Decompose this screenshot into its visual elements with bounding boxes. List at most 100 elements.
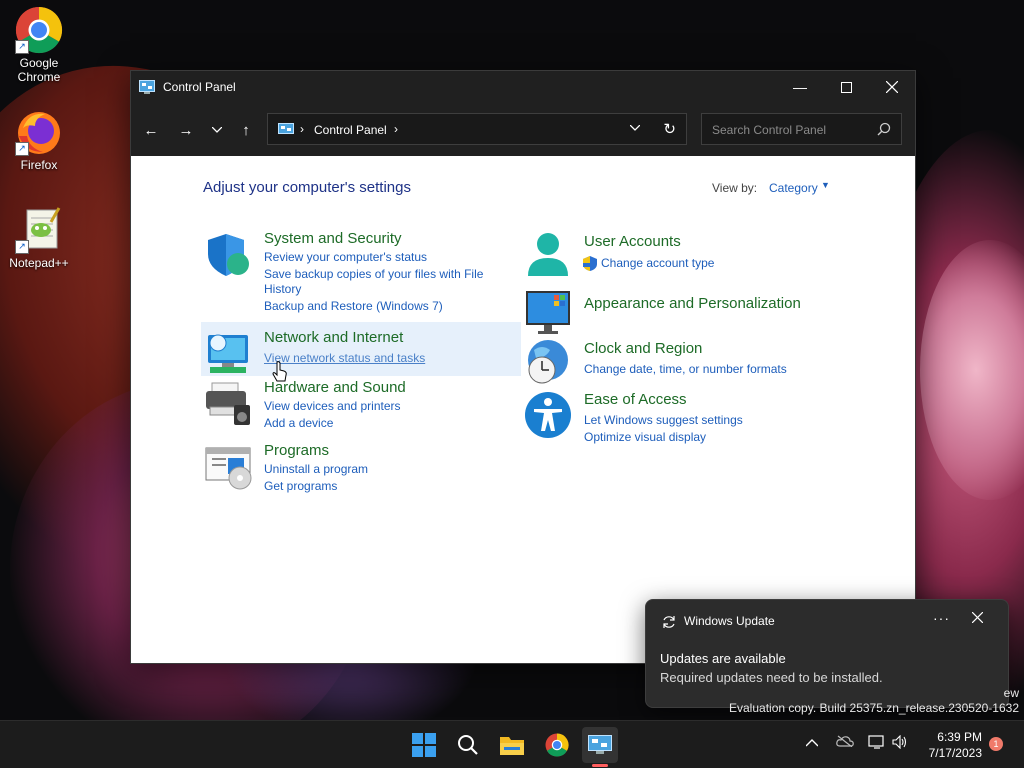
close-button[interactable]	[869, 71, 915, 103]
refresh-icon: ↻	[663, 121, 676, 138]
view-by-label: View by:	[712, 181, 758, 195]
arrow-up-icon: ↑	[242, 121, 250, 139]
search-box[interactable]	[701, 113, 902, 145]
user-icon[interactable]	[524, 230, 572, 278]
category-title-link[interactable]: User Accounts	[584, 233, 681, 250]
save-backup-link[interactable]: Save backup copies of your files with Fi…	[264, 267, 483, 281]
minimize-icon: —	[793, 79, 807, 95]
start-button[interactable]	[406, 727, 442, 763]
onedrive-tray-icon[interactable]	[836, 735, 854, 750]
chevron-up-icon	[805, 739, 819, 747]
up-button[interactable]: ↑	[232, 116, 260, 144]
close-icon	[886, 81, 898, 93]
chrome-taskbar-button[interactable]	[539, 727, 575, 763]
chrome-icon: ↗	[15, 6, 63, 54]
address-history-dropdown[interactable]	[629, 122, 641, 134]
desktop-icon-notepad-plus-plus[interactable]: ↗ Notepad++	[1, 206, 77, 270]
change-date-formats-link[interactable]: Change date, time, or number formats	[584, 362, 787, 376]
taskbar-clock[interactable]: 6:39 PM 7/17/2023	[912, 729, 982, 761]
more-options-button[interactable]: ···	[933, 610, 950, 626]
address-bar[interactable]: › Control Panel › ↻	[267, 113, 687, 145]
change-account-type-link[interactable]: Change account type	[601, 256, 714, 270]
category-title-link[interactable]: System and Security	[264, 230, 402, 247]
chrome-icon	[545, 733, 569, 757]
folder-icon	[500, 737, 524, 755]
notification-heading: Updates are available	[660, 651, 786, 666]
programs-icon[interactable]	[204, 442, 252, 490]
clock-globe-icon[interactable]	[524, 338, 572, 386]
desktop-icon-label: Notepad++	[9, 256, 69, 270]
control-panel-taskbar-button[interactable]	[582, 727, 618, 763]
breadcrumb-control-panel[interactable]: Control Panel	[314, 123, 387, 137]
monitor-icon[interactable]	[524, 289, 572, 337]
backup-restore-link[interactable]: Backup and Restore (Windows 7)	[264, 299, 443, 313]
navigation-toolbar: ← → ↑ › Control Panel › ↻	[131, 103, 915, 156]
windows-suggest-settings-link[interactable]: Let Windows suggest settings	[584, 413, 743, 427]
notepad-plus-plus-icon: ↗	[15, 206, 63, 254]
recent-locations-button[interactable]	[203, 116, 231, 144]
category-title-link[interactable]: Appearance and Personalization	[584, 295, 801, 312]
breadcrumb-separator-icon[interactable]: ›	[300, 122, 304, 136]
firefox-icon: ↗	[15, 108, 63, 156]
desktop-icon-google-chrome[interactable]: ↗ Google Chrome	[1, 6, 77, 84]
back-button[interactable]: ←	[137, 116, 165, 144]
control-panel-icon	[278, 123, 294, 134]
category-title-link[interactable]: Programs	[264, 442, 329, 459]
uninstall-program-link[interactable]: Uninstall a program	[264, 462, 368, 476]
breadcrumb-separator-icon[interactable]: ›	[394, 122, 398, 136]
shield-icon[interactable]	[204, 230, 252, 278]
desktop-icon-label: Firefox	[20, 158, 58, 172]
show-hidden-icons-button[interactable]	[805, 735, 819, 750]
window-title: Control Panel	[163, 80, 236, 94]
chevron-down-icon	[629, 124, 641, 131]
arrow-left-icon: ←	[143, 121, 159, 139]
accessibility-icon[interactable]	[524, 391, 572, 439]
watermark-build-info: Evaluation copy. Build 25375.zn_release.…	[729, 701, 1019, 715]
printer-icon[interactable]	[204, 379, 252, 427]
arrow-right-icon: →	[178, 121, 194, 139]
category-title-link[interactable]: Clock and Region	[584, 340, 702, 357]
sync-icon	[663, 616, 675, 628]
control-panel-icon	[588, 735, 612, 754]
page-title: Adjust your computer's settings	[203, 179, 411, 196]
search-taskbar-button[interactable]	[450, 727, 486, 763]
optimize-visual-display-link[interactable]: Optimize visual display	[584, 430, 706, 444]
watermark-line1: ew	[1003, 686, 1019, 700]
active-app-indicator	[592, 764, 608, 767]
cloud-offline-icon	[836, 735, 854, 748]
chevron-down-icon	[212, 127, 222, 133]
network-monitor-icon	[868, 735, 884, 749]
title-bar[interactable]: Control Panel —	[131, 71, 915, 103]
maximize-button[interactable]	[823, 71, 869, 103]
desktop-icon-firefox[interactable]: ↗ Firefox	[1, 108, 77, 172]
notification-close-button[interactable]	[971, 610, 984, 626]
get-programs-link[interactable]: Get programs	[264, 479, 337, 493]
minimize-button[interactable]: —	[777, 71, 823, 103]
view-network-status-link[interactable]: View network status and tasks	[264, 351, 425, 365]
review-status-link[interactable]: Review your computer's status	[264, 250, 427, 264]
add-device-link[interactable]: Add a device	[264, 416, 333, 430]
control-panel-content: Adjust your computer's settings View by:…	[131, 157, 915, 663]
speaker-icon	[892, 734, 907, 750]
refresh-button[interactable]: ↻	[663, 120, 676, 138]
caret-down-icon[interactable]: ▼	[821, 180, 830, 190]
notification-body: Required updates need to be installed.	[660, 670, 883, 685]
category-title-link[interactable]: Ease of Access	[584, 391, 687, 408]
category-title-link[interactable]: Network and Internet	[264, 329, 403, 346]
view-devices-link[interactable]: View devices and printers	[264, 399, 401, 413]
search-icon[interactable]	[877, 122, 891, 136]
view-by-dropdown[interactable]: Category	[769, 181, 818, 195]
volume-tray-icon[interactable]	[892, 734, 908, 752]
network-tray-icon[interactable]	[868, 735, 886, 752]
search-input[interactable]	[710, 122, 874, 138]
network-icon[interactable]	[204, 329, 252, 377]
notification-app-name: Windows Update	[684, 614, 775, 628]
windows-logo-icon	[412, 733, 436, 757]
notification-count-badge[interactable]: 1	[989, 737, 1003, 751]
save-backup-link-continued[interactable]: History	[264, 282, 301, 296]
forward-button[interactable]: →	[172, 116, 200, 144]
close-icon	[971, 611, 984, 624]
taskbar: 6:39 PM 7/17/2023 1	[0, 720, 1024, 768]
file-explorer-taskbar-button[interactable]	[494, 727, 530, 763]
windows-update-notification[interactable]: Windows Update ··· Updates are available…	[645, 599, 1009, 708]
